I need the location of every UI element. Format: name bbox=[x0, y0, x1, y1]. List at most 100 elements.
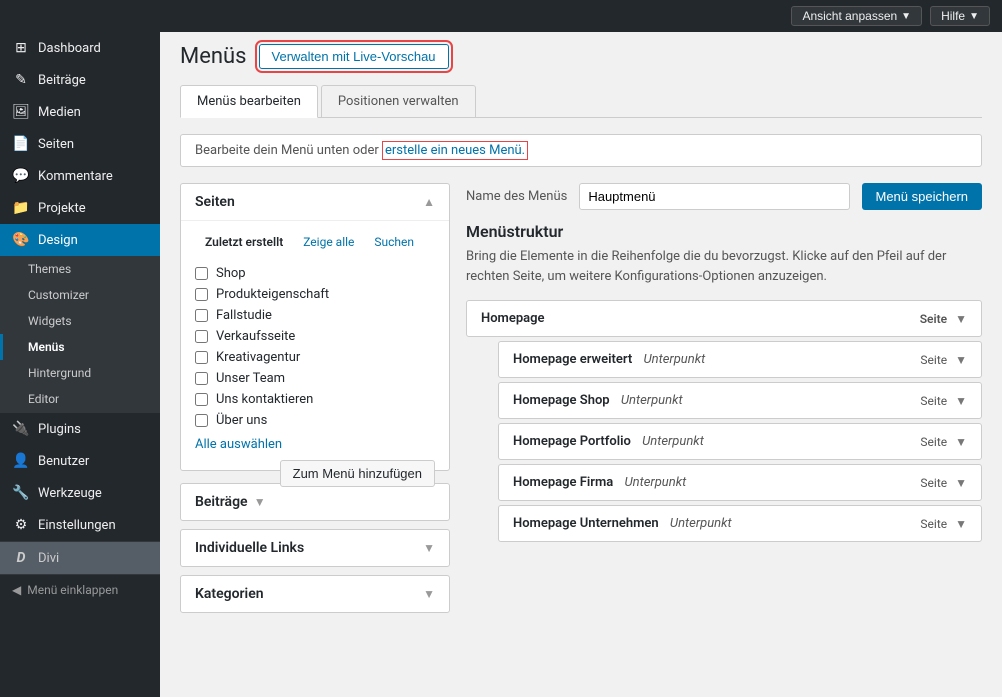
unser-team-checkbox[interactable] bbox=[195, 372, 208, 385]
menu-item-homepage-erweitert[interactable]: Homepage erweitert Unterpunkt Seite ▼ bbox=[498, 341, 982, 378]
homepage-label: Homepage bbox=[481, 311, 545, 326]
homepage-shop-label: Homepage Shop bbox=[513, 393, 610, 408]
kommentare-icon: 💬 bbox=[12, 168, 30, 184]
beitraege-title: Beiträge bbox=[195, 494, 248, 510]
beitraege-panel-header[interactable]: Beiträge ▼ bbox=[181, 484, 280, 520]
subtab-suchen[interactable]: Suchen bbox=[364, 231, 424, 253]
list-item: Uns kontaktieren bbox=[195, 389, 435, 410]
menu-structure-description: Bring die Elemente in die Reihenfolge di… bbox=[466, 247, 982, 286]
page-title: Menüs bbox=[180, 44, 247, 69]
menu-item-homepage-unternehmen[interactable]: Homepage Unternehmen Unterpunkt Seite ▼ bbox=[498, 505, 982, 542]
top-bar: Ansicht anpassen ▼ Hilfe ▼ bbox=[0, 0, 1002, 32]
sidebar-item-einstellungen[interactable]: ⚙ Einstellungen bbox=[0, 509, 160, 541]
fallstudie-checkbox[interactable] bbox=[195, 309, 208, 322]
sidebar-collapse-button[interactable]: ◀ Menü einklappen bbox=[0, 574, 160, 605]
sidebar-item-medien[interactable]: 🖼 Medien bbox=[0, 96, 160, 128]
menu-item-homepage-shop[interactable]: Homepage Shop Unterpunkt Seite ▼ bbox=[498, 382, 982, 419]
sidebar-item-dashboard[interactable]: ⊞ Dashboard bbox=[0, 32, 160, 64]
kategorien-title: Kategorien bbox=[195, 586, 264, 602]
homepage-erweitert-arrow-icon[interactable]: ▼ bbox=[955, 353, 967, 367]
seiten-panel-body: Zuletzt erstellt Zeige alle Suchen Shop bbox=[181, 221, 449, 470]
homepage-firma-arrow-icon[interactable]: ▼ bbox=[955, 476, 967, 490]
homepage-firma-type-label: Seite bbox=[920, 476, 947, 490]
medien-icon: 🖼 bbox=[12, 104, 30, 120]
homepage-unternehmen-type-label: Seite bbox=[920, 517, 947, 531]
sidebar-item-seiten[interactable]: 📄 Seiten bbox=[0, 128, 160, 160]
design-icon: 🎨 bbox=[12, 232, 30, 248]
uns-kontaktieren-checkbox[interactable] bbox=[195, 393, 208, 406]
kategorien-arrow-icon: ▼ bbox=[423, 587, 435, 601]
list-item: Über uns bbox=[195, 410, 435, 431]
seiten-checkbox-list: Shop Produkteigenschaft Fallstudie bbox=[195, 263, 435, 431]
homepage-type: Seite bbox=[920, 312, 947, 326]
fallstudie-label: Fallstudie bbox=[216, 308, 272, 323]
tab-positionen[interactable]: Positionen verwalten bbox=[321, 85, 476, 117]
homepage-shop-arrow-icon[interactable]: ▼ bbox=[955, 394, 967, 408]
list-item: Fallstudie bbox=[195, 305, 435, 326]
menu-name-input[interactable] bbox=[579, 183, 849, 210]
dashboard-icon: ⊞ bbox=[12, 40, 30, 56]
sidebar-item-themes[interactable]: Themes bbox=[0, 256, 160, 282]
sidebar-item-benutzer[interactable]: 👤 Benutzer bbox=[0, 445, 160, 477]
menu-item-homepage-portfolio[interactable]: Homepage Portfolio Unterpunkt Seite ▼ bbox=[498, 423, 982, 460]
sidebar-item-plugins[interactable]: 🔌 Plugins bbox=[0, 412, 160, 445]
ansicht-anpassen-button[interactable]: Ansicht anpassen ▼ bbox=[791, 6, 922, 26]
layout: ⊞ Dashboard ✎ Beiträge 🖼 Medien 📄 Seiten… bbox=[0, 32, 1002, 697]
beitraege-arrow-icon: ▼ bbox=[254, 495, 266, 509]
homepage-portfolio-label: Homepage Portfolio bbox=[513, 434, 631, 449]
beitraege-panel: Beiträge ▼ bbox=[180, 483, 450, 521]
sidebar-item-kommentare[interactable]: 💬 Kommentare bbox=[0, 160, 160, 192]
seiten-panel-header[interactable]: Seiten ▲ bbox=[181, 184, 449, 221]
homepage-arrow-icon[interactable]: ▼ bbox=[955, 312, 967, 326]
save-menu-button[interactable]: Menü speichern bbox=[862, 183, 983, 210]
notice-bar: Bearbeite dein Menü unten oder erstelle … bbox=[180, 134, 982, 167]
sidebar-item-divi[interactable]: D Divi bbox=[0, 541, 160, 574]
verkaufsseite-checkbox[interactable] bbox=[195, 330, 208, 343]
menu-item-homepage-firma[interactable]: Homepage Firma Unterpunkt Seite ▼ bbox=[498, 464, 982, 501]
sidebar-item-design[interactable]: 🎨 Design bbox=[0, 224, 160, 256]
seiten-panel-title: Seiten bbox=[195, 194, 235, 210]
verkaufsseite-label: Verkaufsseite bbox=[216, 329, 295, 344]
ueber-uns-label: Über uns bbox=[216, 413, 267, 428]
uns-kontaktieren-label: Uns kontaktieren bbox=[216, 392, 313, 407]
menu-name-label: Name des Menüs bbox=[466, 189, 567, 204]
kategorien-panel: Kategorien ▼ bbox=[180, 575, 450, 613]
hilfe-arrow-icon: ▼ bbox=[969, 11, 979, 22]
homepage-portfolio-arrow-icon[interactable]: ▼ bbox=[955, 435, 967, 449]
create-menu-link[interactable]: erstelle ein neues Menü. bbox=[382, 141, 528, 160]
hilfe-button[interactable]: Hilfe ▼ bbox=[930, 6, 990, 26]
sidebar-item-beitraege[interactable]: ✎ Beiträge bbox=[0, 64, 160, 96]
left-panel: Seiten ▲ Zuletzt erstellt Zeige alle Suc… bbox=[180, 183, 450, 621]
sidebar-item-widgets[interactable]: Widgets bbox=[0, 308, 160, 334]
sidebar-item-menues[interactable]: Menüs bbox=[0, 334, 160, 360]
links-panel-header[interactable]: Individuelle Links ▼ bbox=[181, 530, 449, 566]
homepage-firma-type: Unterpunkt bbox=[624, 475, 686, 490]
sidebar-item-hintergrund[interactable]: Hintergrund bbox=[0, 360, 160, 386]
tab-bearbeiten[interactable]: Menüs bearbeiten bbox=[180, 85, 318, 118]
sidebar-item-projekte[interactable]: 📁 Projekte bbox=[0, 192, 160, 224]
kreativagentur-checkbox[interactable] bbox=[195, 351, 208, 364]
live-preview-button[interactable]: Verwalten mit Live-Vorschau bbox=[259, 44, 449, 69]
sidebar-item-editor[interactable]: Editor bbox=[0, 386, 160, 412]
shop-checkbox[interactable] bbox=[195, 267, 208, 280]
ueber-uns-checkbox[interactable] bbox=[195, 414, 208, 427]
select-all-link[interactable]: Alle auswählen bbox=[195, 437, 435, 452]
list-item: Shop bbox=[195, 263, 435, 284]
kategorien-panel-header[interactable]: Kategorien ▼ bbox=[181, 576, 449, 612]
homepage-unternehmen-arrow-icon[interactable]: ▼ bbox=[955, 517, 967, 531]
subtab-alle[interactable]: Zeige alle bbox=[293, 231, 364, 253]
homepage-erweitert-label: Homepage erweitert bbox=[513, 352, 632, 367]
add-to-menu-button[interactable]: Zum Menü hinzufügen bbox=[280, 460, 435, 487]
list-item: Unser Team bbox=[195, 368, 435, 389]
subtab-zuletzt[interactable]: Zuletzt erstellt bbox=[195, 231, 293, 253]
right-panel: Name des Menüs Menü speichern Menüstrukt… bbox=[466, 183, 982, 621]
produkteigenschaft-checkbox[interactable] bbox=[195, 288, 208, 301]
homepage-portfolio-type: Unterpunkt bbox=[642, 434, 704, 449]
homepage-erweitert-type-label: Seite bbox=[920, 353, 947, 367]
links-panel: Individuelle Links ▼ bbox=[180, 529, 450, 567]
homepage-shop-type: Unterpunkt bbox=[621, 393, 683, 408]
sidebar-item-customizer[interactable]: Customizer bbox=[0, 282, 160, 308]
menu-item-homepage[interactable]: Homepage Seite ▼ bbox=[466, 300, 982, 337]
homepage-unternehmen-label: Homepage Unternehmen bbox=[513, 516, 659, 531]
sidebar-item-werkzeuge[interactable]: 🔧 Werkzeuge bbox=[0, 477, 160, 509]
